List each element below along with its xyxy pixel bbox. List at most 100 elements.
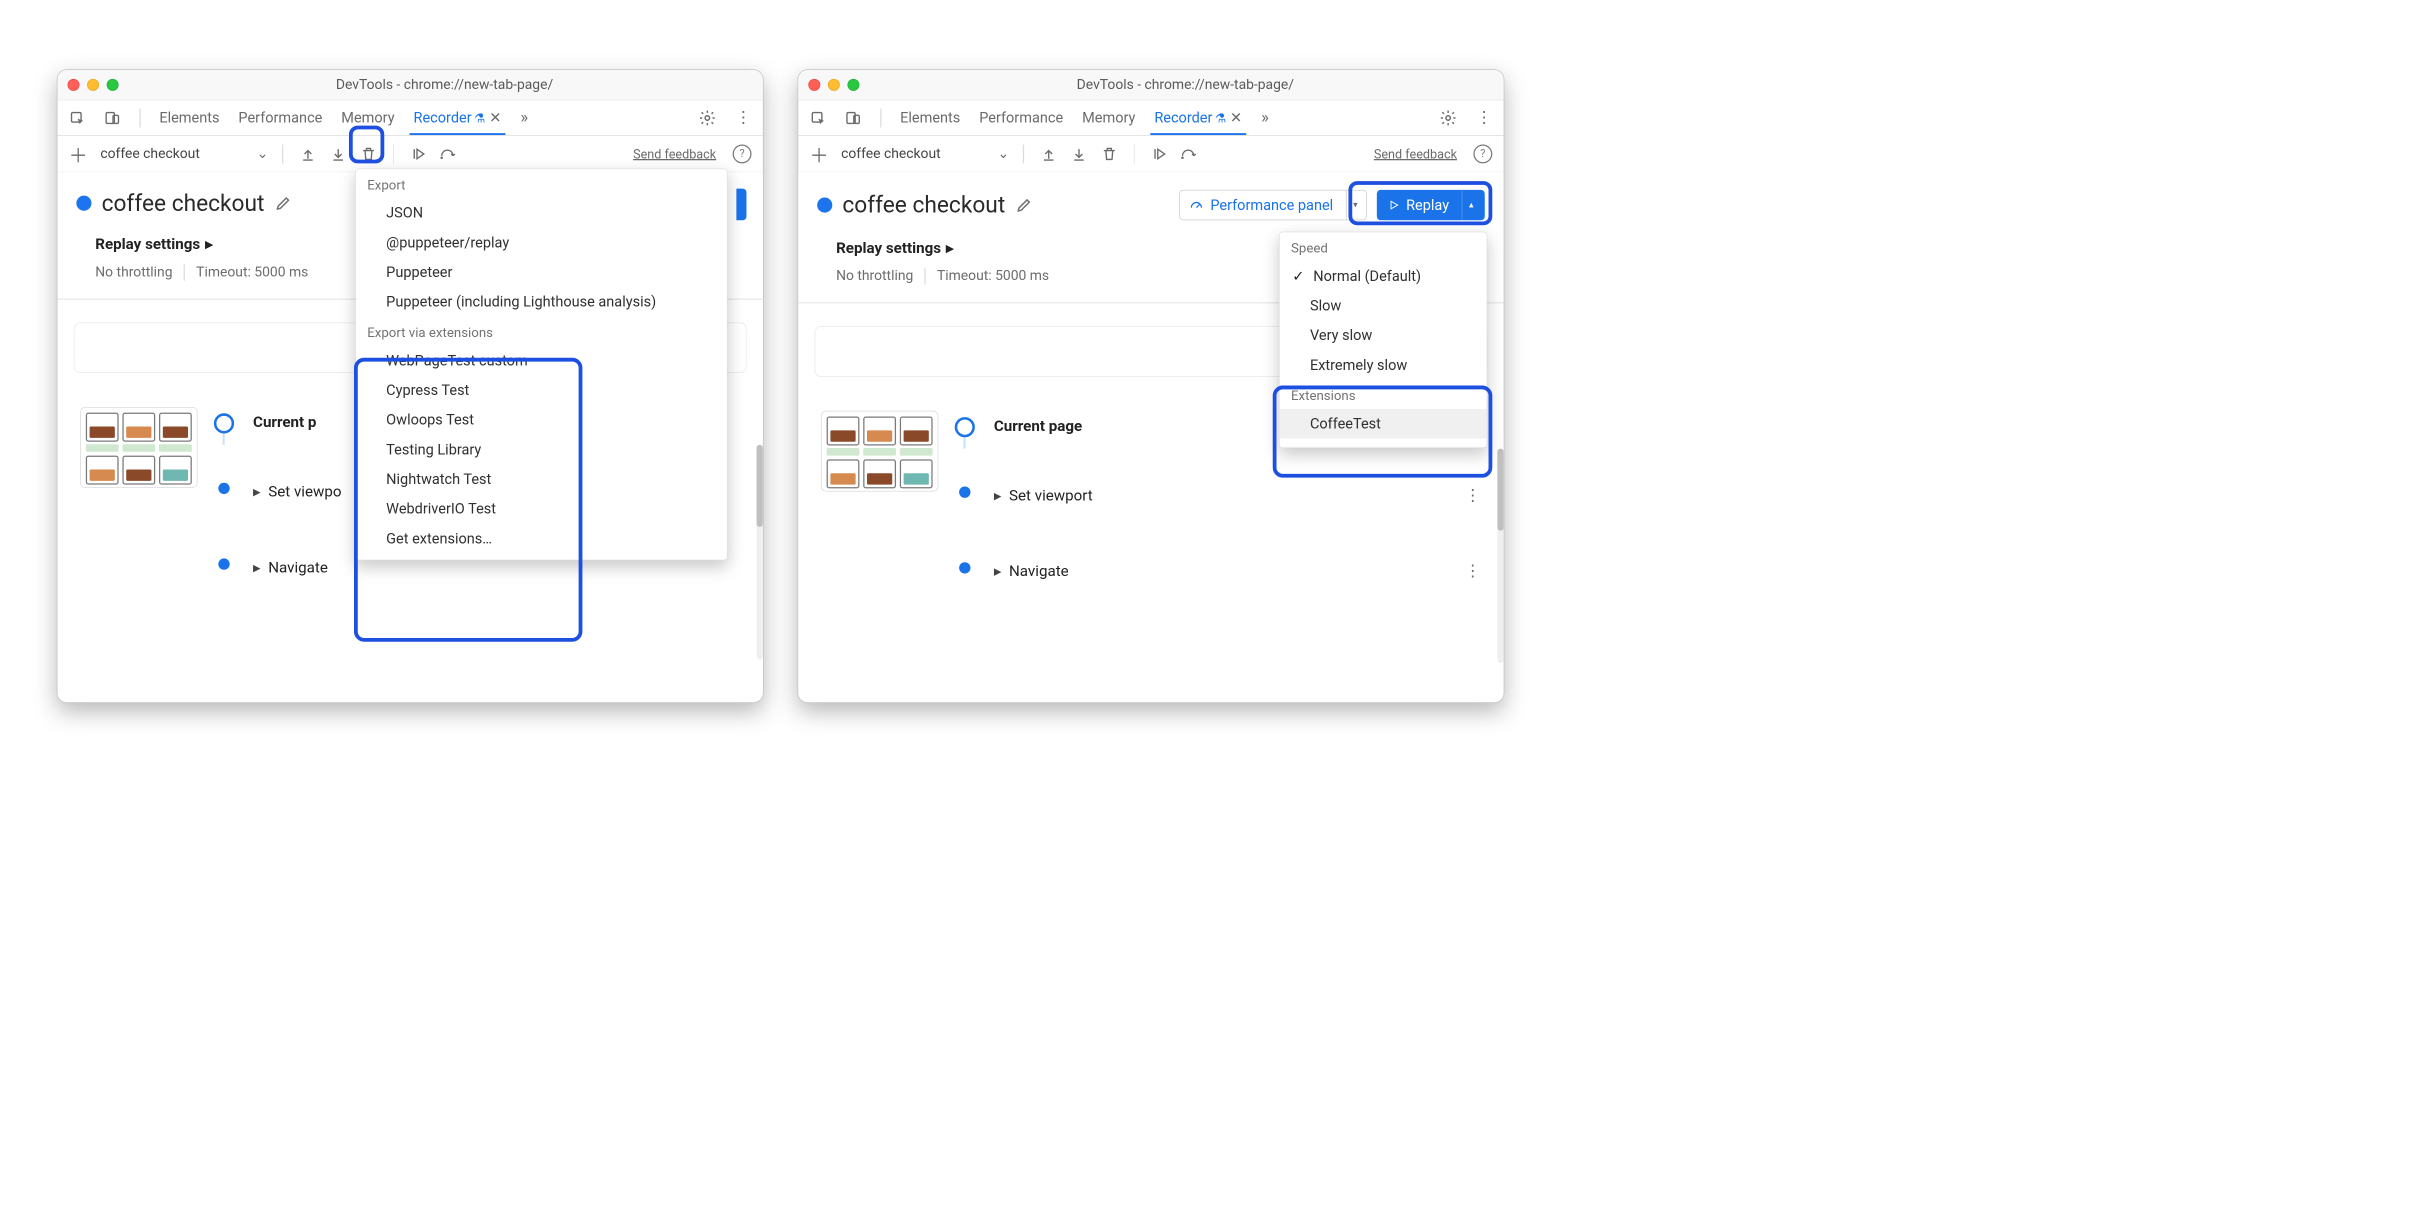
continue-icon[interactable] [408,143,429,164]
flask-icon: ⚗ [1215,110,1226,125]
window-title: DevTools - chrome://new-tab-page/ [136,77,752,93]
tab-memory[interactable]: Memory [341,109,394,126]
send-feedback-link[interactable]: Send feedback [1374,146,1457,161]
close-tab-button[interactable]: ✕ [1230,109,1242,126]
maximize-window-button[interactable] [847,79,859,91]
chevron-down-icon: ▾ [1353,200,1357,210]
help-icon[interactable]: ? [733,144,752,163]
inspect-icon[interactable] [810,109,826,125]
device-toolbar-icon[interactable] [104,109,120,125]
page-thumbnail [821,410,938,491]
export-puppeteer-lighthouse[interactable]: Puppeteer (including Lighthouse analysis… [356,287,727,317]
step-current-page[interactable]: Current page [994,417,1082,435]
replay-button[interactable]: Replay ▴ [1377,190,1485,220]
recording-name: coffee checkout [842,192,1005,219]
separator [139,108,140,127]
export-puppeteer[interactable]: Puppeteer [356,257,727,287]
add-recording-button[interactable]: ＋ [810,140,829,168]
step-icon[interactable] [438,143,459,164]
flask-icon: ⚗ [474,110,485,125]
export-cypress[interactable]: Cypress Test [356,375,727,405]
tab-performance[interactable]: Performance [979,109,1063,126]
replay-ext-header: Extensions [1280,380,1487,409]
export-json[interactable]: JSON [356,198,727,228]
add-recording-button[interactable]: ＋ [69,140,88,168]
minimize-window-button[interactable] [87,79,99,91]
step-kebab-icon[interactable]: ⋮ [1465,562,1481,581]
import-icon[interactable] [297,143,318,164]
export-icon[interactable] [1068,143,1089,164]
settings-gear-icon[interactable] [699,109,717,127]
tab-performance[interactable]: Performance [238,109,322,126]
tab-recorder[interactable]: Recorder⚗✕ [1154,109,1242,126]
caret-right-icon: ▸ [253,482,261,500]
replay-ext-coffeetest[interactable]: CoffeeTest [1280,409,1487,439]
send-feedback-link[interactable]: Send feedback [633,146,716,161]
export-puppeteer-replay[interactable]: @puppeteer/replay [356,228,727,258]
speed-normal[interactable]: Normal (Default) [1280,261,1487,291]
step-set-viewport[interactable]: ▸Set viewport [994,486,1093,504]
export-nightwatch[interactable]: Nightwatch Test [356,464,727,494]
more-tabs-button[interactable]: » [520,108,528,127]
step-navigate[interactable]: ▸Navigate [253,558,328,576]
export-icon[interactable] [327,143,348,164]
tab-elements[interactable]: Elements [900,109,960,126]
settings-gear-icon[interactable] [1439,109,1457,127]
kebab-menu-icon[interactable]: ⋮ [1476,108,1492,127]
delete-icon[interactable] [358,143,379,164]
replay-button-peek [736,189,746,221]
maximize-window-button[interactable] [107,79,119,91]
window-title: DevTools - chrome://new-tab-page/ [877,77,1493,93]
tab-memory[interactable]: Memory [1082,109,1135,126]
devtools-window-left: DevTools - chrome://new-tab-page/ Elemen… [57,69,764,703]
export-webpagetest[interactable]: WebPageTest custom [356,346,727,376]
close-window-button[interactable] [68,79,80,91]
caret-right-icon: ▸ [994,562,1002,580]
tab-elements[interactable]: Elements [159,109,219,126]
recorder-toolbar: ＋ coffee checkout⌄ Send feedback ? [57,136,762,173]
device-toolbar-icon[interactable] [845,109,861,125]
edit-name-icon[interactable] [275,194,293,212]
export-get-extensions[interactable]: Get extensions… [356,524,727,554]
close-tab-button[interactable]: ✕ [489,109,501,126]
recording-select[interactable]: coffee checkout⌄ [100,146,268,162]
titlebar: DevTools - chrome://new-tab-page/ [798,70,1503,100]
export-header: Export [356,169,727,198]
export-webdriverio[interactable]: WebdriverIO Test [356,494,727,524]
caret-right-icon: ▸ [205,235,213,253]
status-dot [817,198,832,213]
step-current-page[interactable]: Current p [253,413,316,431]
scrollbar[interactable] [1497,448,1503,663]
performance-panel-button[interactable]: Performance panel ▾ [1179,190,1367,220]
step-navigate[interactable]: ▸Navigate [994,562,1069,580]
devtools-window-right: DevTools - chrome://new-tab-page/ Elemen… [798,69,1505,703]
chevron-up-icon: ▴ [1469,200,1473,210]
export-dropdown: Export JSON @puppeteer/replay Puppeteer … [355,168,727,560]
step-icon[interactable] [1179,143,1200,164]
recorder-content: coffee checkout Replay settings▸ No thro… [57,172,762,702]
continue-icon[interactable] [1149,143,1170,164]
close-window-button[interactable] [808,79,820,91]
minimize-window-button[interactable] [828,79,840,91]
tab-recorder[interactable]: Recorder⚗✕ [414,109,502,126]
more-tabs-button[interactable]: » [1261,108,1269,127]
export-testing-library[interactable]: Testing Library [356,435,727,465]
delete-icon[interactable] [1098,143,1119,164]
edit-name-icon[interactable] [1015,196,1033,214]
step-set-viewport[interactable]: ▸Set viewpo [253,482,341,500]
titlebar: DevTools - chrome://new-tab-page/ [57,70,762,100]
scrollbar[interactable] [757,445,763,660]
export-ext-header: Export via extensions [356,317,727,346]
speed-very-slow[interactable]: Very slow [1280,321,1487,351]
recording-select[interactable]: coffee checkout⌄ [841,146,1009,162]
step-kebab-icon[interactable]: ⋮ [1465,486,1481,505]
import-icon[interactable] [1038,143,1059,164]
chevron-down-icon: ⌄ [997,146,1009,162]
speed-header: Speed [1280,232,1487,261]
speed-extremely-slow[interactable]: Extremely slow [1280,350,1487,380]
export-owloops[interactable]: Owloops Test [356,405,727,435]
kebab-menu-icon[interactable]: ⋮ [735,108,751,127]
inspect-icon[interactable] [69,109,85,125]
help-icon[interactable]: ? [1473,144,1492,163]
speed-slow[interactable]: Slow [1280,291,1487,321]
